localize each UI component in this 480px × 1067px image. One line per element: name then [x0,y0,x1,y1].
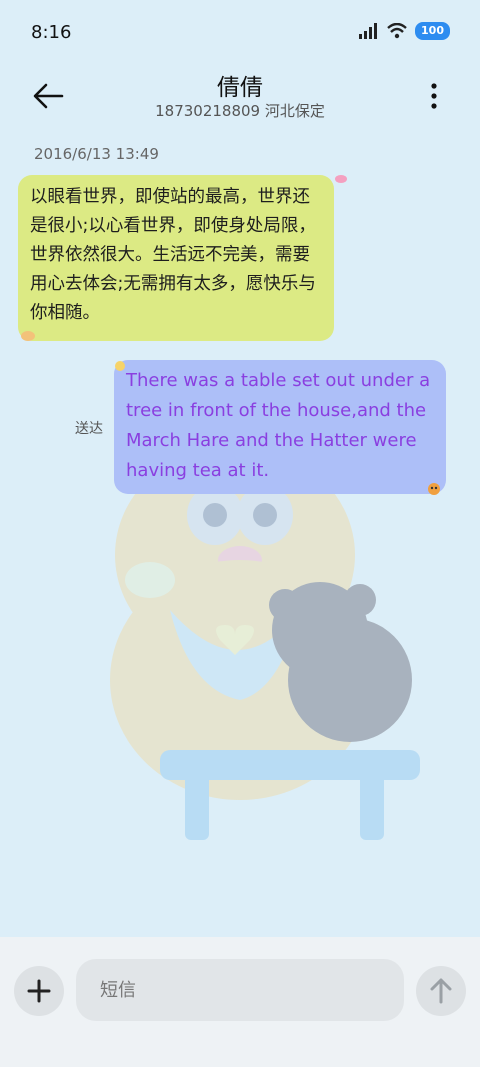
wifi-icon [387,23,407,39]
contact-name: 倩倩 [217,75,263,101]
send-button[interactable] [416,966,466,1016]
add-attachment-button[interactable] [14,966,64,1016]
bubble-sticker-icon [21,331,35,341]
incoming-message-bubble[interactable]: 以眼看世界，即使站的最高，世界还是很小;以心看世界，即使身处局限，世界依然很大。… [18,175,334,341]
status-time: 8:16 [31,22,72,43]
delivery-status: 送达 [75,421,103,437]
signal-icon [359,23,378,39]
bubble-sticker-icon [335,175,347,183]
status-bar: 8:16 100 [0,0,480,64]
message-timestamp: 2016/6/13 13:49 [34,145,159,163]
status-icons: 100 [359,22,450,40]
plus-icon [27,979,51,1003]
battery-icon: 100 [415,22,450,40]
more-vertical-icon[interactable] [422,80,446,112]
send-arrow-icon [430,978,452,1004]
conversation-header: 倩倩 18730218809 河北保定 [0,64,480,134]
contact-subtitle: 18730218809 河北保定 [155,102,325,120]
bubble-sticker-icon [428,483,440,495]
message-input[interactable] [76,959,404,1021]
bubble-sticker-icon [115,361,125,371]
outgoing-message-bubble[interactable]: There was a table set out under a tree i… [114,360,446,494]
